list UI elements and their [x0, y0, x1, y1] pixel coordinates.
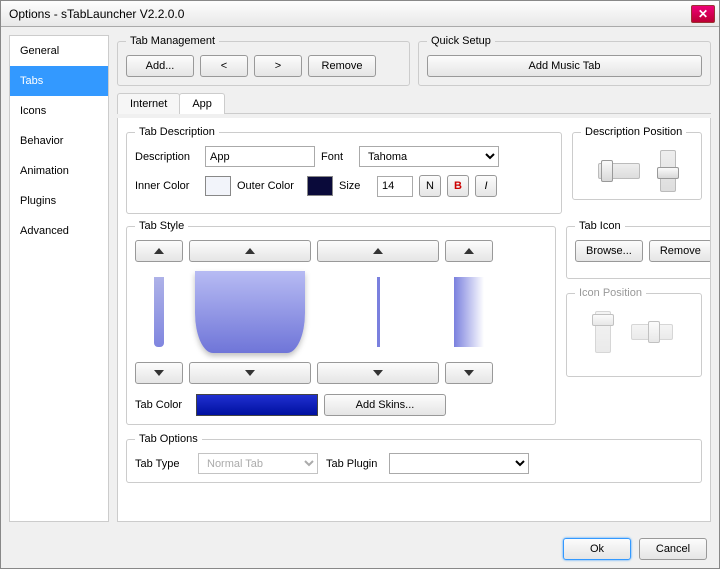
triangle-down-icon: [154, 370, 164, 376]
style-legend: Tab Style: [135, 220, 188, 232]
triangle-down-icon: [373, 370, 383, 376]
inner-color-swatch[interactable]: [205, 176, 231, 196]
style-up-2[interactable]: [189, 240, 311, 262]
iconpos-h-slider: [631, 324, 673, 340]
options-window: Options - sTabLauncher V2.2.0.0 ✕ Genera…: [0, 0, 720, 569]
desc-label: Description: [135, 151, 199, 163]
group-tab-options: Tab Options Tab Type Normal Tab Tab Plug…: [126, 433, 702, 483]
ok-button[interactable]: Ok: [563, 538, 631, 560]
sidebar-item-animation[interactable]: Animation: [10, 156, 108, 186]
desc-pos-h-slider[interactable]: [598, 163, 640, 179]
remove-icon-button[interactable]: Remove: [649, 240, 711, 262]
main: Tab Management Add... < > Remove Quick S…: [117, 35, 711, 522]
font-select[interactable]: Tahoma: [359, 146, 499, 167]
group-tab-icon: Tab Icon Browse... Remove: [566, 220, 711, 279]
cancel-button[interactable]: Cancel: [639, 538, 707, 560]
sidebar-item-icons[interactable]: Icons: [10, 96, 108, 126]
sidebar-item-general[interactable]: General: [10, 36, 108, 66]
triangle-up-icon: [245, 248, 255, 254]
close-icon[interactable]: ✕: [691, 5, 715, 23]
desc-pos-v-slider[interactable]: [660, 150, 676, 192]
outer-color-label: Outer Color: [237, 180, 301, 192]
tabtype-label: Tab Type: [135, 458, 190, 470]
top-row: Tab Management Add... < > Remove Quick S…: [117, 35, 711, 86]
inner-color-label: Inner Color: [135, 180, 199, 192]
triangle-up-icon: [373, 248, 383, 254]
sidebar-item-plugins[interactable]: Plugins: [10, 186, 108, 216]
size-label: Size: [339, 180, 371, 192]
sidebar-item-behavior[interactable]: Behavior: [10, 126, 108, 156]
subtab-strip: Internet App: [117, 92, 711, 114]
tabtype-select: Normal Tab: [198, 453, 318, 474]
group-quick-setup: Quick Setup Add Music Tab: [418, 35, 711, 86]
style-preview-1: [135, 266, 183, 358]
sidebar-item-advanced[interactable]: Advanced: [10, 216, 108, 246]
outer-color-swatch[interactable]: [307, 176, 333, 196]
style-down-3[interactable]: [317, 362, 439, 384]
style-down-4[interactable]: [445, 362, 493, 384]
window-title: Options - sTabLauncher V2.2.0.0: [5, 7, 691, 21]
add-music-tab-button[interactable]: Add Music Tab: [427, 55, 702, 77]
style-up-4[interactable]: [445, 240, 493, 262]
sidebar-item-tabs[interactable]: Tabs: [10, 66, 108, 96]
opts-legend: Tab Options: [135, 433, 202, 445]
style-preview-2: [189, 266, 311, 358]
tab-pane-app: Tab Description Description Font Tahoma …: [117, 118, 711, 522]
next-button[interactable]: >: [254, 55, 302, 77]
body: General Tabs Icons Behavior Animation Pl…: [1, 27, 719, 530]
triangle-down-icon: [245, 370, 255, 376]
size-input[interactable]: [377, 176, 413, 197]
tabcolor-label: Tab Color: [135, 399, 190, 411]
sidebar: General Tabs Icons Behavior Animation Pl…: [9, 35, 109, 522]
format-italic-button[interactable]: I: [475, 175, 497, 197]
font-label: Font: [321, 151, 353, 163]
format-bold-button[interactable]: B: [447, 175, 469, 197]
group-tab-style: Tab Style: [126, 220, 556, 425]
tabcolor-swatch[interactable]: [196, 394, 318, 416]
desc-legend: Tab Description: [135, 126, 219, 138]
tabicon-legend: Tab Icon: [575, 220, 625, 232]
style-preview-4: [445, 266, 493, 358]
group-description-position: Description Position: [572, 126, 702, 200]
group-icon-position: Icon Position: [566, 287, 702, 377]
iconpos-legend: Icon Position: [575, 287, 646, 299]
group-tab-management: Tab Management Add... < > Remove: [117, 35, 410, 86]
format-normal-button[interactable]: N: [419, 175, 441, 197]
tabplugin-label: Tab Plugin: [326, 458, 381, 470]
iconpos-v-slider: [595, 311, 611, 353]
style-down-2[interactable]: [189, 362, 311, 384]
triangle-down-icon: [464, 370, 474, 376]
triangle-up-icon: [464, 248, 474, 254]
style-up-3[interactable]: [317, 240, 439, 262]
style-up-1[interactable]: [135, 240, 183, 262]
prev-button[interactable]: <: [200, 55, 248, 77]
group-tab-description: Tab Description Description Font Tahoma …: [126, 126, 562, 214]
tabplugin-select[interactable]: [389, 453, 529, 474]
browse-icon-button[interactable]: Browse...: [575, 240, 643, 262]
style-preview-3: [317, 266, 439, 358]
remove-button[interactable]: Remove: [308, 55, 376, 77]
tabicon-column: Tab Icon Browse... Remove Icon Position: [566, 220, 702, 425]
style-down-1[interactable]: [135, 362, 183, 384]
tab-mgmt-legend: Tab Management: [126, 35, 219, 47]
add-button[interactable]: Add...: [126, 55, 194, 77]
tab-internet[interactable]: Internet: [117, 93, 180, 114]
tab-app[interactable]: App: [179, 93, 225, 114]
description-input[interactable]: [205, 146, 315, 167]
triangle-up-icon: [154, 248, 164, 254]
titlebar[interactable]: Options - sTabLauncher V2.2.0.0 ✕: [1, 1, 719, 27]
desc-pos-legend: Description Position: [581, 126, 686, 138]
quick-legend: Quick Setup: [427, 35, 495, 47]
add-skins-button[interactable]: Add Skins...: [324, 394, 446, 416]
footer: Ok Cancel: [1, 530, 719, 568]
